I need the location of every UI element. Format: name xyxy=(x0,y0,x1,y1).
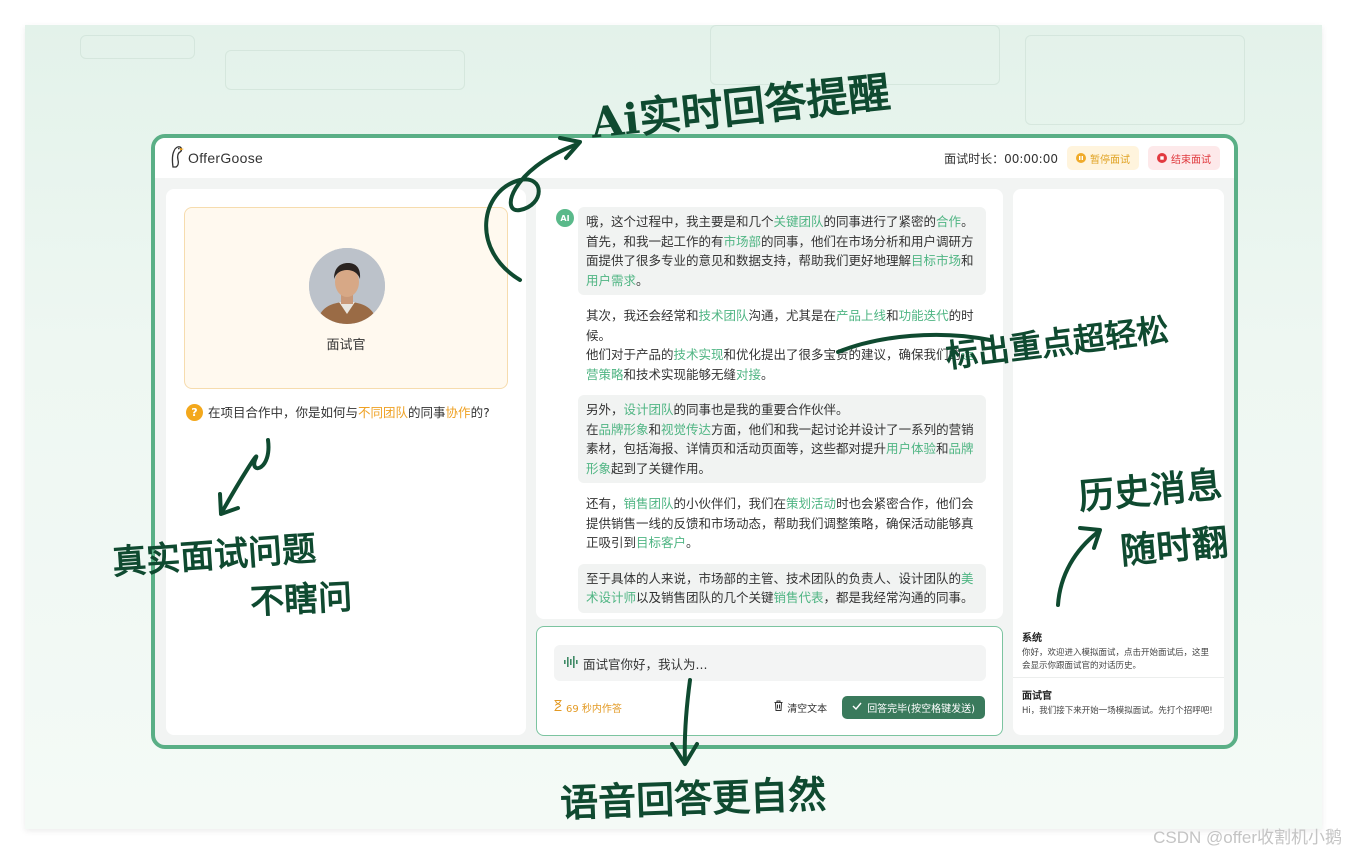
voice-arrow xyxy=(682,678,692,764)
real-question-arrow xyxy=(220,438,271,514)
ai-hint-arrow xyxy=(484,143,577,282)
history-arrow xyxy=(1056,530,1100,607)
watermark: CSDN @offer收割机小鹅 xyxy=(1153,828,1342,847)
annotation-flip-anytime: 随时翻 xyxy=(1118,521,1230,573)
annotation-voice-answer: 语音回答更自然 xyxy=(559,771,827,826)
annotation-no-blind-guess: 不瞎问 xyxy=(249,577,354,623)
